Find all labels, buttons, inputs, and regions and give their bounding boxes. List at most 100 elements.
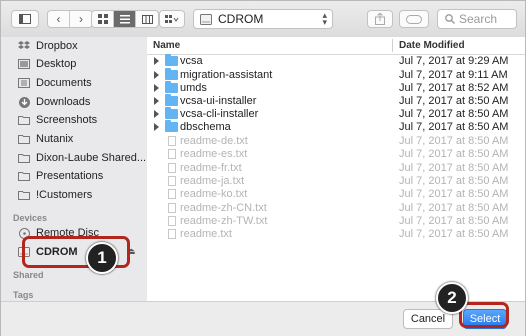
documents-icon	[18, 78, 30, 89]
share-button[interactable]	[367, 10, 393, 28]
column-header: Name Date Modified	[147, 37, 525, 55]
file-date: Jul 7, 2017 at 9:29 AM	[399, 55, 509, 67]
folder-icon	[18, 115, 30, 126]
file-name: vcsa-cli-installer	[180, 108, 259, 120]
column-view-button[interactable]	[136, 11, 158, 27]
disclosure-triangle-icon[interactable]	[154, 97, 159, 105]
file-row[interactable]: dbschema Jul 7, 2017 at 8:50 AM	[147, 120, 525, 134]
sidebar-item-downloads[interactable]: Downloads	[18, 96, 90, 108]
text-file-icon	[168, 216, 176, 226]
downloads-icon	[18, 96, 30, 108]
text-file-icon	[168, 176, 176, 186]
file-row[interactable]: umds Jul 7, 2017 at 8:52 AM	[147, 81, 525, 95]
folder-icon	[18, 190, 30, 201]
columns-icon	[141, 14, 153, 24]
file-row: readme-es.txt Jul 7, 2017 at 8:50 AM	[147, 148, 525, 161]
disclosure-triangle-icon[interactable]	[154, 57, 159, 65]
file-date: Jul 7, 2017 at 8:50 AM	[399, 188, 509, 200]
file-name: readme-de.txt	[180, 135, 248, 147]
toolbar: ‹ › CDROM ▴ ▾ Search	[1, 1, 525, 38]
text-file-icon	[168, 229, 176, 239]
step-badge-2: 2	[436, 282, 468, 314]
file-name: readme-es.txt	[180, 148, 248, 160]
sidebar-item-label: Screenshots	[36, 114, 98, 126]
sidebar-item-dropbox[interactable]: Dropbox	[18, 40, 78, 52]
file-row: readme-fr.txt Jul 7, 2017 at 8:50 AM	[147, 162, 525, 175]
folder-icon	[165, 68, 178, 80]
column-header-date[interactable]: Date Modified	[399, 40, 465, 51]
grid-icon	[97, 14, 108, 24]
sidebar-item-screenshots[interactable]: Screenshots	[18, 114, 97, 126]
arrange-icon	[165, 14, 179, 23]
disclosure-triangle-icon[interactable]	[154, 71, 159, 79]
file-list: Name Date Modified vcsa Jul 7, 2017 at 9…	[147, 37, 525, 301]
sidebar-header-devices: Devices	[13, 213, 48, 223]
file-row: readme-zh-TW.txt Jul 7, 2017 at 8:50 AM	[147, 215, 525, 228]
file-name: readme-zh-CN.txt	[180, 202, 267, 214]
file-row[interactable]: migration-assistant Jul 7, 2017 at 9:11 …	[147, 68, 525, 82]
file-name: readme.txt	[180, 228, 232, 240]
sidebar-item-dixon-laube-shared[interactable]: Dixon-Laube Shared...	[18, 152, 146, 164]
file-name: dbschema	[180, 121, 231, 133]
sidebar-toggle-button[interactable]	[11, 10, 39, 28]
tag-button[interactable]	[399, 10, 429, 28]
sidebar-item-documents[interactable]: Documents	[18, 77, 92, 89]
sidebar-item-presentations[interactable]: Presentations	[18, 170, 103, 182]
file-name: readme-ko.txt	[180, 188, 248, 200]
list-view-button[interactable]	[114, 11, 136, 27]
location-popup[interactable]: CDROM ▴ ▾	[193, 9, 333, 29]
desktop-icon	[18, 59, 30, 70]
sidebar-item-label: Documents	[36, 77, 92, 89]
sidebar-header-shared: Shared	[13, 270, 44, 280]
file-row: readme.txt Jul 7, 2017 at 8:50 AM	[147, 228, 525, 241]
sidebar-item-label: Dixon-Laube Shared...	[36, 152, 147, 164]
icon-view-button[interactable]	[92, 11, 114, 27]
file-date: Jul 7, 2017 at 8:50 AM	[399, 162, 509, 174]
sidebar-item-desktop[interactable]: Desktop	[18, 58, 76, 70]
folder-icon	[165, 120, 178, 132]
file-date: Jul 7, 2017 at 8:50 AM	[399, 108, 509, 120]
file-row: readme-ja.txt Jul 7, 2017 at 8:50 AM	[147, 175, 525, 188]
back-button[interactable]: ‹	[48, 11, 70, 27]
file-date: Jul 7, 2017 at 8:50 AM	[399, 215, 509, 227]
step-badge-1: 1	[86, 242, 118, 274]
file-row[interactable]: vcsa-ui-installer Jul 7, 2017 at 8:50 AM	[147, 94, 525, 108]
file-date: Jul 7, 2017 at 8:50 AM	[399, 175, 509, 187]
file-date: Jul 7, 2017 at 8:50 AM	[399, 95, 509, 107]
tag-icon	[406, 14, 422, 24]
column-divider[interactable]	[392, 39, 393, 52]
disclosure-triangle-icon[interactable]	[154, 110, 159, 118]
file-name: vcsa	[180, 55, 203, 67]
text-file-icon	[168, 189, 176, 199]
file-row[interactable]: vcsa Jul 7, 2017 at 9:29 AM	[147, 54, 525, 68]
column-header-name[interactable]: Name	[153, 40, 180, 51]
search-field[interactable]: Search	[437, 9, 517, 29]
file-date: Jul 7, 2017 at 8:52 AM	[399, 82, 509, 94]
updown-chevron-icon: ▴ ▾	[322, 10, 327, 27]
sidebar-item-customers[interactable]: !Customers	[18, 189, 92, 201]
sidebar-item-label: !Customers	[36, 189, 93, 201]
file-name: readme-zh-TW.txt	[180, 215, 268, 227]
sidebar-header-tags: Tags	[13, 290, 34, 300]
file-name: migration-assistant	[180, 69, 273, 81]
sidebar-icon	[19, 14, 31, 24]
folder-icon	[18, 153, 30, 164]
file-name: umds	[180, 82, 207, 94]
sidebar-item-label: Presentations	[36, 170, 104, 182]
forward-button[interactable]: ›	[70, 11, 92, 27]
arrange-button[interactable]	[159, 10, 185, 28]
file-date: Jul 7, 2017 at 8:50 AM	[399, 228, 509, 240]
view-mode-buttons	[91, 10, 159, 28]
file-date: Jul 7, 2017 at 8:50 AM	[399, 121, 509, 133]
sidebar-item-nutanix[interactable]: Nutanix	[18, 133, 73, 145]
sidebar-item-label: Dropbox	[36, 40, 78, 52]
file-date: Jul 7, 2017 at 9:11 AM	[399, 69, 508, 81]
file-row[interactable]: vcsa-cli-installer Jul 7, 2017 at 8:50 A…	[147, 107, 525, 121]
chevron-left-icon: ‹	[56, 12, 61, 26]
disclosure-triangle-icon[interactable]	[154, 123, 159, 131]
disclosure-triangle-icon[interactable]	[154, 84, 159, 92]
file-date: Jul 7, 2017 at 8:50 AM	[399, 202, 509, 214]
sidebar-item-label: Nutanix	[36, 133, 74, 145]
text-file-icon	[168, 163, 176, 173]
file-name: readme-fr.txt	[180, 162, 242, 174]
